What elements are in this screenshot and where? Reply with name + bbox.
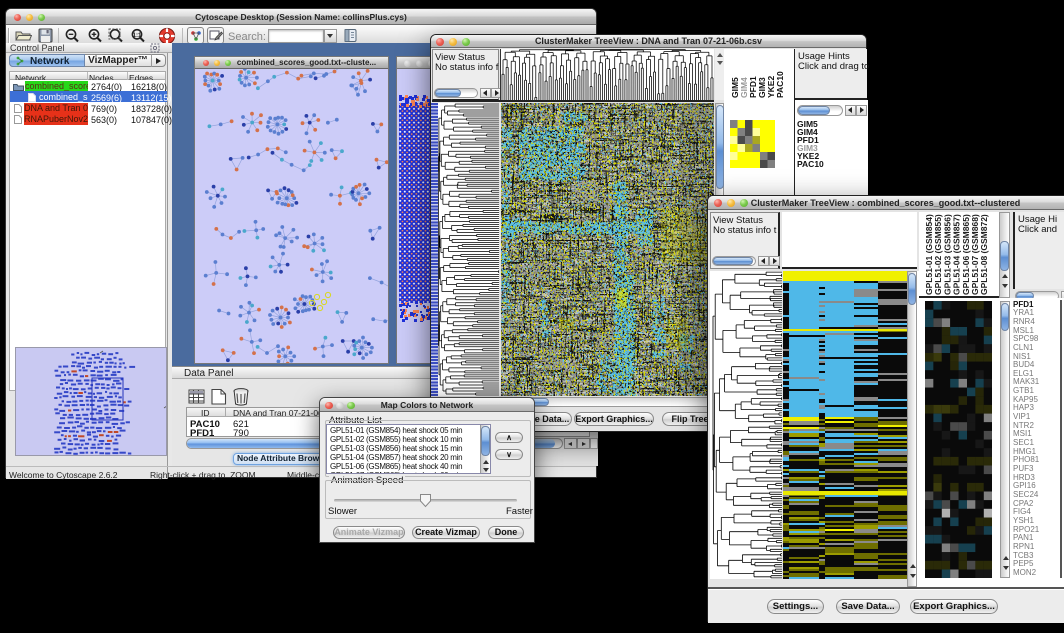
svg-text:GPL51-08 (GSM872): GPL51-08 (GSM872) (979, 214, 989, 295)
svg-text:1:1: 1:1 (133, 33, 142, 39)
svg-text:PAC10: PAC10 (775, 71, 785, 98)
